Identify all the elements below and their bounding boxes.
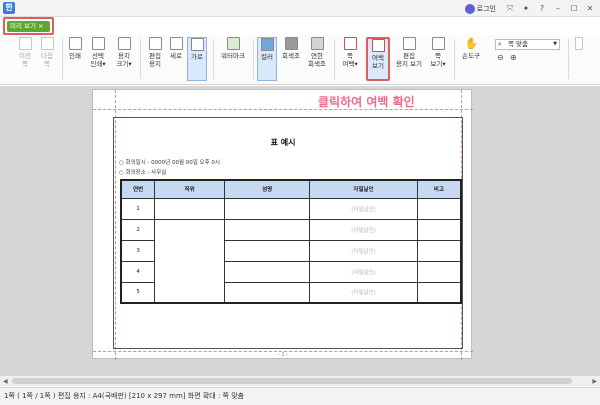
ribbon-toolbar: 이전 쪽 다음 쪽 인쇄 선택 인쇄▾ 용지 크기▾ 편집 용지 세로 가로 워터마크 컬… bbox=[0, 35, 600, 85]
grayscale-icon bbox=[284, 37, 298, 50]
zoom-out-icon[interactable]: ⊖ bbox=[497, 53, 504, 62]
select-print-button[interactable]: 선택 인쇄▾ bbox=[88, 37, 108, 68]
page-view-icon bbox=[431, 37, 445, 50]
prev-page-button[interactable]: 이전 쪽 bbox=[16, 37, 34, 68]
table-header: 자필날인 bbox=[309, 179, 418, 199]
document-page: 표 예시 ○ 회의일시 : 0000년 00월 00일 오후 0시 ○ 회의장소… bbox=[92, 89, 473, 360]
scroll-left-icon[interactable]: ◀ bbox=[3, 376, 8, 387]
search-icon: ⌕ bbox=[498, 40, 502, 48]
select-print-icon bbox=[91, 37, 105, 50]
table-header: 직위 bbox=[154, 179, 225, 199]
edit-paper-view-icon bbox=[402, 37, 416, 50]
margin-view-button[interactable]: 여백 보기 bbox=[366, 37, 390, 81]
tab-preview-label: 미리 보기 bbox=[10, 22, 36, 30]
ribbon-separator bbox=[334, 39, 335, 79]
fullscreen-icon[interactable]: ⤧ bbox=[504, 4, 516, 14]
landscape-button[interactable]: 가로 bbox=[187, 37, 207, 81]
table-header: 성명 bbox=[223, 179, 311, 199]
next-page-icon bbox=[40, 37, 54, 50]
margin-view-icon bbox=[371, 39, 385, 52]
grayscale-button[interactable]: 회색조 bbox=[280, 37, 302, 60]
color-mode-icon bbox=[260, 38, 274, 51]
scrollbar-thumb[interactable] bbox=[12, 378, 572, 384]
page-margin-icon bbox=[343, 37, 357, 50]
paper-size-button[interactable]: 용지 크기▾ bbox=[113, 37, 135, 68]
window-controls: 로그인 ⤧ ✦ ? – ☐ ✕ bbox=[464, 0, 600, 17]
hand-tool-button[interactable]: ✋ 손도구 bbox=[458, 37, 484, 60]
watermark-button[interactable]: 워터마크 bbox=[218, 37, 248, 60]
page-number: - 1 - bbox=[278, 352, 288, 358]
portrait-icon bbox=[169, 37, 183, 50]
paper-size-icon bbox=[117, 37, 131, 50]
minimize-icon[interactable]: – bbox=[552, 4, 564, 13]
ribbon-separator bbox=[140, 39, 141, 79]
settings-icon[interactable]: ✦ bbox=[520, 4, 532, 13]
next-page-button[interactable]: 다음 쪽 bbox=[38, 37, 56, 68]
tab-preview[interactable]: 미리 보기 × bbox=[7, 21, 50, 32]
prev-page-icon bbox=[18, 37, 32, 50]
edit-paper-button[interactable]: 편집 용지 bbox=[145, 37, 165, 68]
hand-icon: ✋ bbox=[464, 37, 479, 50]
ribbon-separator bbox=[62, 39, 63, 79]
ribbon-separator bbox=[568, 39, 569, 79]
meeting-place: ○ 회의장소 : 사무실 bbox=[119, 170, 167, 176]
page-view-button[interactable]: 쪽 보기▾ bbox=[428, 37, 448, 68]
preview-tab-highlight: 미리 보기 × bbox=[3, 17, 54, 35]
color-button[interactable]: 컬러 bbox=[257, 37, 277, 81]
table-header: 비고 bbox=[416, 179, 462, 199]
light-grayscale-button[interactable]: 연한 회색조 bbox=[305, 37, 329, 68]
table-row: 1 (자필날인) bbox=[120, 197, 462, 220]
portrait-button[interactable]: 세로 bbox=[167, 37, 185, 60]
watermark-icon bbox=[226, 37, 240, 50]
ribbon-overflow-icon bbox=[575, 37, 583, 50]
horizontal-scrollbar[interactable]: ◀ ▶ bbox=[0, 375, 600, 386]
close-icon[interactable]: ✕ bbox=[584, 4, 596, 13]
title-bar: 한 로그인 ⤧ ✦ ? – ☐ ✕ bbox=[0, 0, 600, 17]
printer-icon bbox=[68, 37, 82, 50]
ribbon-separator bbox=[454, 39, 455, 79]
help-icon[interactable]: ? bbox=[536, 4, 548, 13]
landscape-icon bbox=[190, 38, 204, 51]
edit-paper-icon bbox=[148, 37, 162, 50]
callout-annotation: 클릭하여 여백 확인 bbox=[318, 95, 415, 109]
preview-canvas[interactable]: 표 예시 ○ 회의일시 : 0000년 00월 00일 오후 0시 ○ 회의장소… bbox=[0, 86, 600, 386]
page-margin-button[interactable]: 쪽 여백▾ bbox=[339, 37, 361, 68]
zoom-select[interactable]: ⌕ 쪽 맞춤 ▼ bbox=[495, 39, 560, 50]
ribbon-overflow-button[interactable] bbox=[574, 37, 584, 52]
login-avatar-icon[interactable] bbox=[464, 3, 475, 14]
meeting-date: ○ 회의일시 : 0000년 00월 00일 오후 0시 bbox=[119, 160, 220, 166]
edit-paper-view-button[interactable]: 편집 용지 보기 bbox=[394, 37, 424, 68]
zoom-in-icon[interactable]: ⊕ bbox=[510, 53, 517, 62]
print-button[interactable]: 인쇄 bbox=[66, 37, 84, 60]
ribbon-separator bbox=[253, 39, 254, 79]
light-grayscale-icon bbox=[310, 37, 324, 50]
ribbon-separator bbox=[213, 39, 214, 79]
tab-close-icon[interactable]: × bbox=[38, 22, 43, 30]
table-row: 2 (자필날인) bbox=[120, 218, 462, 304]
login-button[interactable]: 로그인 bbox=[477, 4, 496, 14]
margin-guide bbox=[93, 109, 473, 110]
scroll-right-icon[interactable]: ▶ bbox=[592, 376, 597, 387]
attendance-table: 연번 직위 성명 자필날인 비고 1 (자필날인) 2 (자필날인) 3 (자필날인) bbox=[120, 179, 462, 304]
app-logo-icon: 한 bbox=[3, 2, 15, 14]
chevron-down-icon: ▼ bbox=[553, 41, 557, 47]
maximize-icon[interactable]: ☐ bbox=[568, 4, 580, 13]
status-bar: 1쪽 ( 1쪽 / 1쪽 ) 편집 용지 : A4(국배판) [210 x 29… bbox=[0, 387, 600, 405]
document-title: 표 예시 bbox=[270, 138, 296, 147]
table-header: 연번 bbox=[120, 179, 156, 199]
